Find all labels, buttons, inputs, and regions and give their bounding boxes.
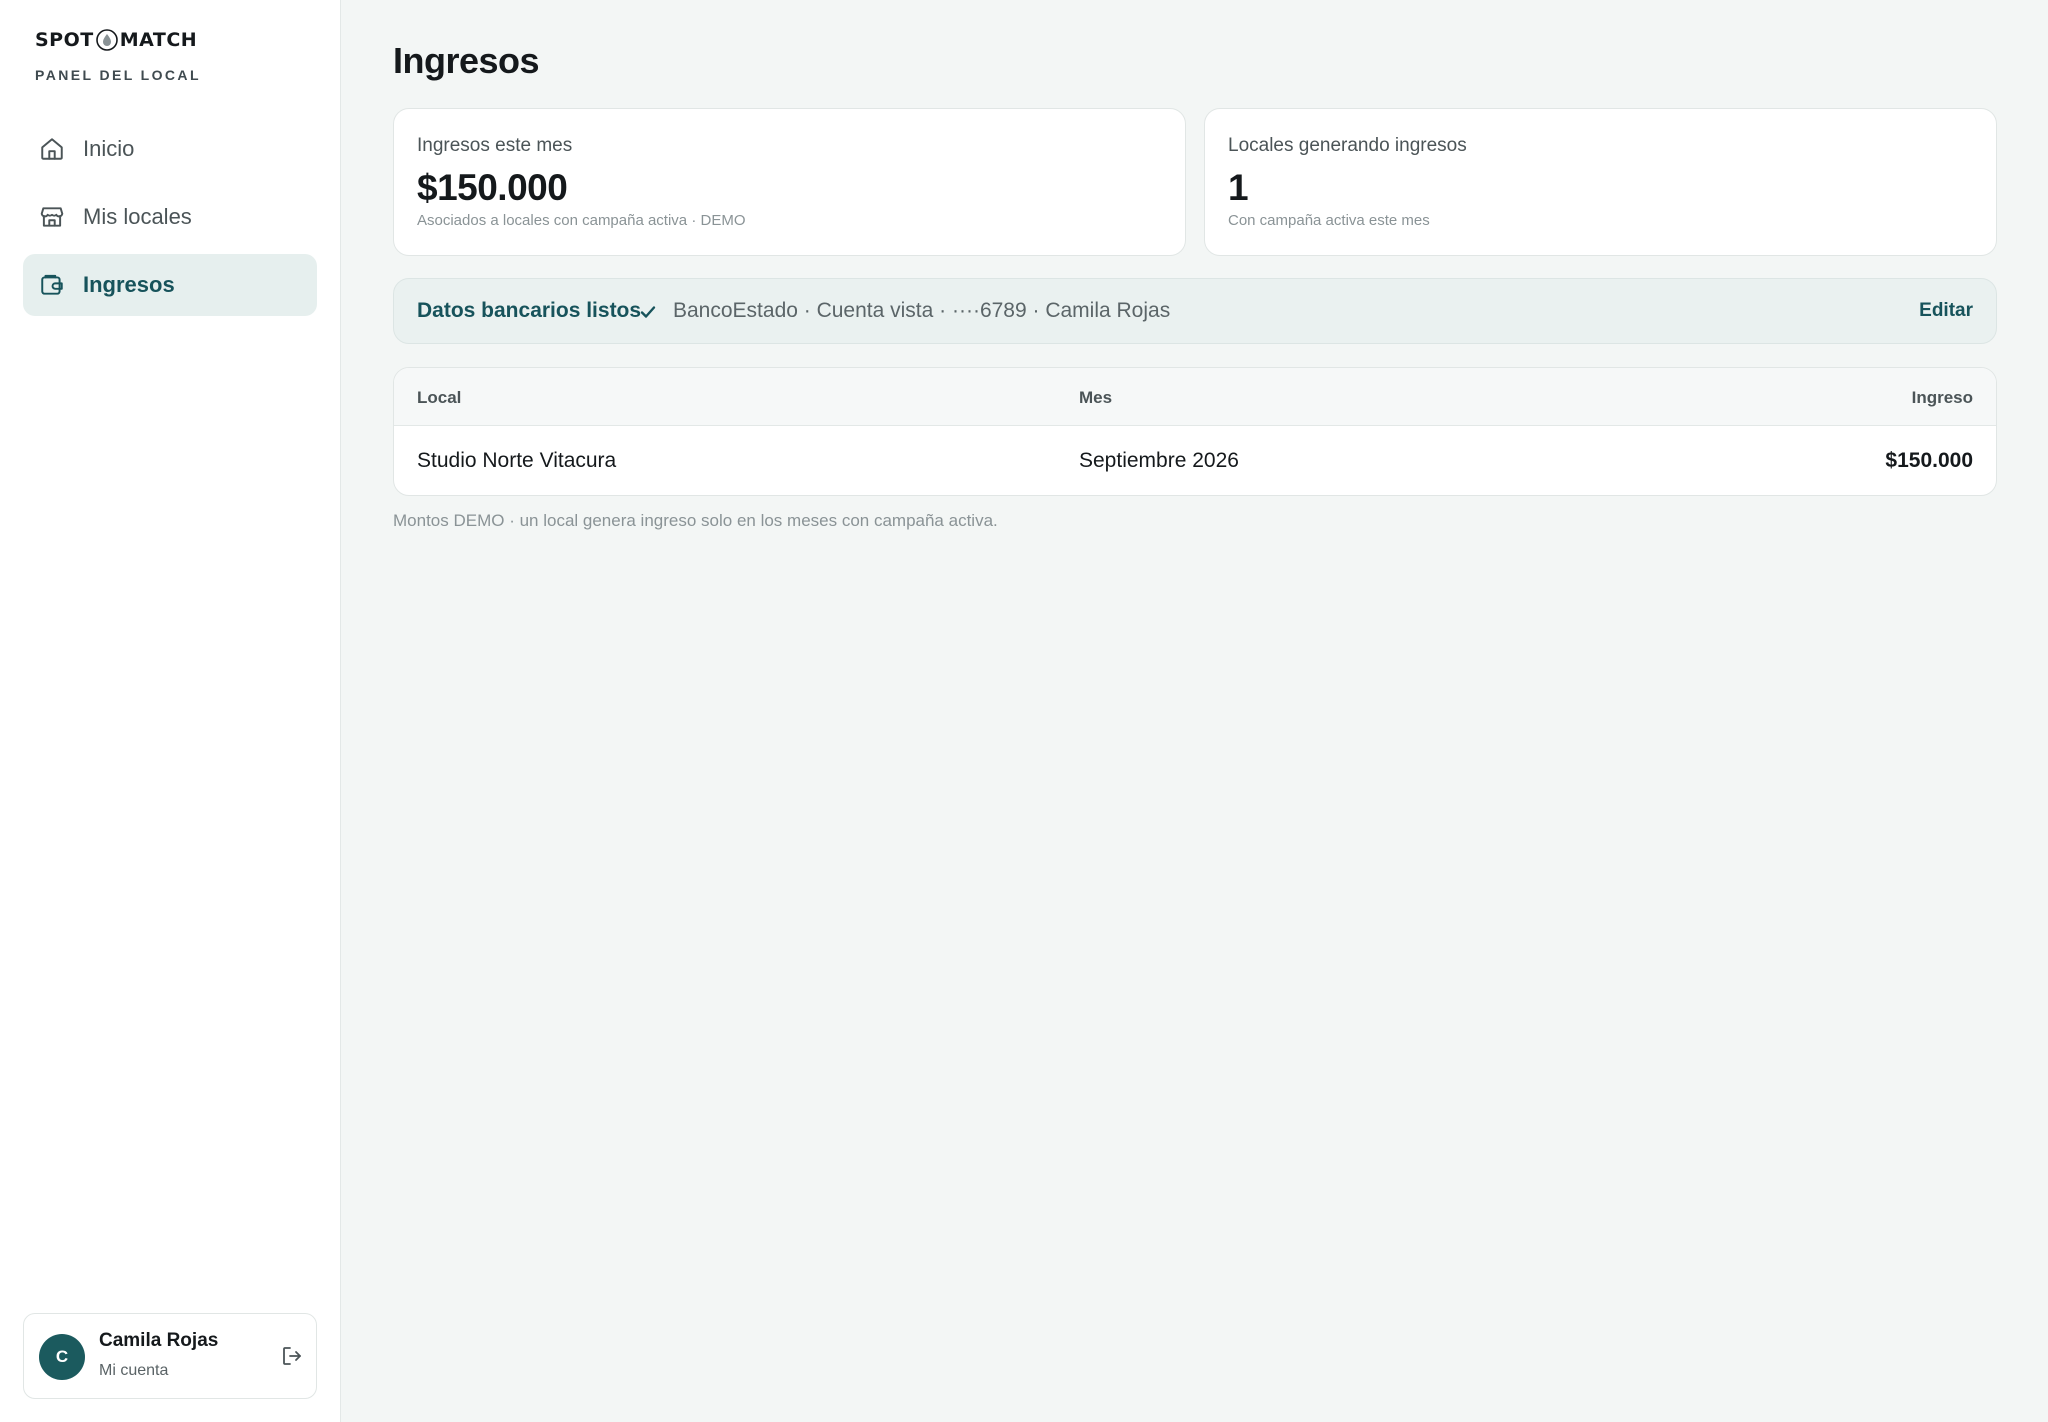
- logout-icon[interactable]: [280, 1344, 304, 1368]
- income-table: Local Mes Ingreso Studio Norte Vitacura …: [393, 367, 1997, 496]
- logo-left: SPOT: [35, 29, 94, 51]
- page-title: Ingresos: [393, 40, 540, 81]
- sidebar-item-label: Mis locales: [83, 204, 192, 229]
- sidebar-nav: Inicio Mis locales Ingresos: [23, 118, 317, 322]
- sidebar: SPOT MATCH PANEL DEL LOCAL Inicio Mis lo…: [0, 0, 341, 1422]
- edit-bank-button[interactable]: Editar: [1919, 300, 1973, 322]
- sidebar-item-inicio[interactable]: Inicio: [23, 118, 317, 180]
- bank-status-title: Datos bancarios listos: [417, 299, 642, 322]
- cell-local: Studio Norte Vitacura: [417, 449, 617, 472]
- earning-locales-card: Locales generando ingresos 1 Con campaña…: [1204, 108, 1997, 256]
- brand: SPOT MATCH PANEL DEL LOCAL: [35, 27, 201, 83]
- check-icon: [639, 303, 657, 321]
- avatar: C: [39, 1334, 85, 1380]
- card-label: Locales generando ingresos: [1228, 135, 1467, 156]
- home-icon: [39, 136, 65, 162]
- sidebar-item-label: Ingresos: [83, 272, 175, 297]
- cell-mes: Septiembre 2026: [1079, 449, 1239, 472]
- sidebar-item-ingresos[interactable]: Ingresos: [23, 254, 317, 316]
- panel-subtitle: PANEL DEL LOCAL: [35, 67, 201, 83]
- table-header: Local Mes Ingreso: [394, 368, 1996, 426]
- account-card[interactable]: C Camila Rojas Mi cuenta: [23, 1313, 317, 1399]
- monthly-income-card: Ingresos este mes $150.000 Asociados a l…: [393, 108, 1186, 256]
- account-subtitle: Mi cuenta: [99, 1362, 169, 1379]
- logo-right: MATCH: [119, 29, 198, 51]
- pin-drop-icon: [95, 29, 118, 51]
- sidebar-item-label: Inicio: [83, 136, 135, 161]
- card-note: Asociados a locales con campaña activa ·…: [417, 212, 746, 229]
- column-header-mes: Mes: [1079, 388, 1113, 407]
- card-value: 1: [1228, 167, 1249, 208]
- bank-details-banner: Datos bancarios listos BancoEstado · Cue…: [393, 278, 1997, 344]
- wallet-icon: [39, 272, 65, 298]
- cell-ingreso: $150.000: [1885, 449, 1973, 472]
- store-icon: [39, 204, 65, 230]
- column-header-local: Local: [417, 388, 462, 407]
- card-value: $150.000: [417, 167, 568, 208]
- card-note: Con campaña activa este mes: [1228, 212, 1430, 229]
- card-label: Ingresos este mes: [417, 135, 573, 156]
- demo-footnote: Montos DEMO · un local genera ingreso so…: [393, 511, 998, 530]
- bank-account-info: BancoEstado · Cuenta vista · ····6789 · …: [673, 299, 1171, 322]
- account-name: Camila Rojas: [99, 1330, 219, 1351]
- logo[interactable]: SPOT MATCH: [35, 27, 201, 53]
- sidebar-item-mis-locales[interactable]: Mis locales: [23, 186, 317, 248]
- column-header-ingreso: Ingreso: [1911, 388, 1973, 407]
- table-row[interactable]: Studio Norte Vitacura Septiembre 2026 $1…: [394, 426, 1996, 495]
